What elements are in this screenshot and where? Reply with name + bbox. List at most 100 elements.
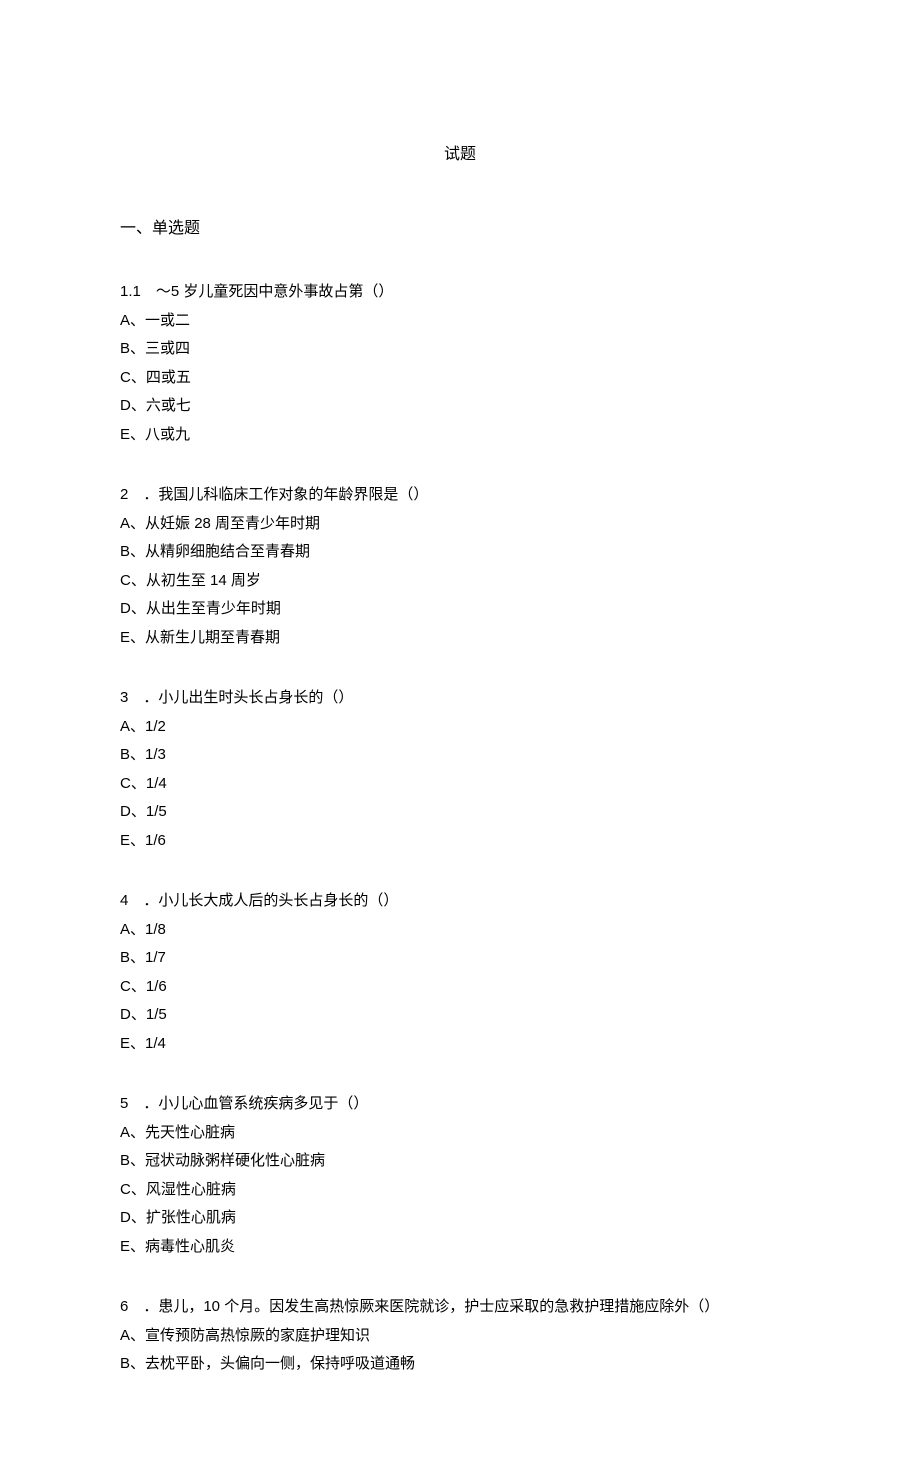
option-letter: A (120, 718, 130, 735)
option-line: A、从妊娠 28 周至青少年时期 (120, 510, 800, 539)
option-letter: C (120, 978, 131, 995)
option-text: 1/3 (145, 746, 166, 763)
option-text: 1/5 (146, 803, 167, 820)
option-line: D、扩张性心肌病 (120, 1204, 800, 1233)
option-letter: E (120, 1035, 130, 1052)
option-letter: D (120, 803, 131, 820)
option-line: C、从初生至 14 周岁 (120, 567, 800, 596)
option-letter: B (120, 746, 130, 763)
question-number: 1.1 (120, 283, 141, 300)
option-line: B、去枕平卧，头偏向一侧，保持呼吸道通畅 (120, 1350, 800, 1379)
option-text: 八或九 (145, 426, 190, 443)
option-letter: D (120, 600, 131, 617)
option-line: A、一或二 (120, 307, 800, 336)
option-letter: A (120, 921, 130, 938)
option-letter: E (120, 629, 130, 646)
document-title: 试题 (120, 140, 800, 164)
option-letter: B (120, 340, 130, 357)
option-text: 六或七 (146, 397, 191, 414)
option-line: E、1/6 (120, 827, 800, 856)
option-text: 扩张性心肌病 (146, 1209, 236, 1226)
question-block: 4 ．小儿长大成人后的头长占身长的（）A、1/8B、1/7C、1/6D、1/5E… (120, 887, 800, 1058)
option-line: D、六或七 (120, 392, 800, 421)
option-text: 从出生至青少年时期 (146, 600, 281, 617)
question-stem: ．小儿心血管系统疾病多见于（） (143, 1095, 368, 1112)
question-stem: ．小儿长大成人后的头长占身长的（） (143, 892, 398, 909)
option-line: C、四或五 (120, 364, 800, 393)
option-letter: A (120, 1124, 130, 1141)
option-text: 一或二 (145, 312, 190, 329)
question-stem: ．我国儿科临床工作对象的年龄界限是（） (143, 486, 428, 503)
option-letter: D (120, 397, 131, 414)
document-page: 试题 一、单选题 1.1 ～5 岁儿童死因中意外事故占第（）A、一或二B、三或四… (0, 0, 920, 1471)
option-text: 1/2 (145, 718, 166, 735)
option-letter: E (120, 1238, 130, 1255)
option-text: 1/4 (146, 775, 167, 792)
option-line: C、1/4 (120, 770, 800, 799)
option-letter: C (120, 572, 131, 589)
option-line: D、1/5 (120, 1001, 800, 1030)
option-text: 四或五 (146, 369, 191, 386)
option-line: C、1/6 (120, 973, 800, 1002)
question-stem: ．小儿出生时头长占身长的（） (143, 689, 353, 706)
question-block: 2 ．我国儿科临床工作对象的年龄界限是（） A、从妊娠 28 周至青少年时期B、从… (120, 481, 800, 652)
option-text: 从新生儿期至青春期 (145, 629, 280, 646)
option-text: 从妊娠 28 周至青少年时期 (145, 515, 320, 532)
option-line: B、三或四 (120, 335, 800, 364)
question-number: 3 (120, 689, 128, 706)
option-text: 1/5 (146, 1006, 167, 1023)
questions-container: 1.1 ～5 岁儿童死因中意外事故占第（）A、一或二B、三或四C、四或五D、六或… (120, 278, 800, 1379)
option-line: A、1/2 (120, 713, 800, 742)
option-line: E、1/4 (120, 1030, 800, 1059)
question-block: 3 ．小儿出生时头长占身长的（）A、1/2B、1/3C、1/4D、1/5E、1/… (120, 684, 800, 855)
question-block: 1.1 ～5 岁儿童死因中意外事故占第（）A、一或二B、三或四C、四或五D、六或… (120, 278, 800, 449)
option-line: E、八或九 (120, 421, 800, 450)
question-number: 2 (120, 486, 128, 503)
option-text: 1/6 (146, 978, 167, 995)
question-text: 1.1 ～5 岁儿童死因中意外事故占第（） (120, 278, 800, 307)
option-letter: B (120, 949, 130, 966)
option-text: 宣传预防高热惊厥的家庭护理知识 (145, 1327, 370, 1344)
option-text: 1/8 (145, 921, 166, 938)
option-text: 去枕平卧，头偏向一侧，保持呼吸道通畅 (145, 1355, 415, 1372)
question-number: 4 (120, 892, 128, 909)
question-text: 6 ．患儿，10 个月。因发生高热惊厥来医院就诊，护士应采取的急救护理措施应除外… (120, 1293, 800, 1322)
option-line: D、从出生至青少年时期 (120, 595, 800, 624)
option-line: D、1/5 (120, 798, 800, 827)
question-text: 3 ．小儿出生时头长占身长的（） (120, 684, 800, 713)
option-letter: E (120, 426, 130, 443)
option-line: B、1/3 (120, 741, 800, 770)
option-letter: B (120, 1355, 130, 1372)
option-letter: B (120, 543, 130, 560)
option-letter: D (120, 1006, 131, 1023)
question-text: 4 ．小儿长大成人后的头长占身长的（） (120, 887, 800, 916)
option-text: 从精卵细胞结合至青春期 (145, 543, 310, 560)
option-text: 三或四 (145, 340, 190, 357)
option-text: 1/6 (145, 832, 166, 849)
option-line: A、1/8 (120, 916, 800, 945)
option-line: C、风湿性心脏病 (120, 1176, 800, 1205)
option-text: 从初生至 14 周岁 (146, 572, 261, 589)
option-letter: B (120, 1152, 130, 1169)
option-letter: E (120, 832, 130, 849)
option-line: A、先天性心脏病 (120, 1119, 800, 1148)
option-letter: C (120, 369, 131, 386)
question-number: 5 (120, 1095, 128, 1112)
option-text: 病毒性心肌炎 (145, 1238, 235, 1255)
question-block: 5 ．小儿心血管系统疾病多见于（）A、先天性心脏病B、冠状动脉粥样硬化性心脏病C… (120, 1090, 800, 1261)
question-stem: ～5 岁儿童死因中意外事故占第（） (156, 283, 394, 300)
option-letter: C (120, 775, 131, 792)
option-letter: A (120, 1327, 130, 1344)
question-block: 6 ．患儿，10 个月。因发生高热惊厥来医院就诊，护士应采取的急救护理措施应除外… (120, 1293, 800, 1379)
option-line: B、1/7 (120, 944, 800, 973)
option-text: 先天性心脏病 (145, 1124, 235, 1141)
option-line: B、从精卵细胞结合至青春期 (120, 538, 800, 567)
option-letter: A (120, 312, 130, 329)
option-text: 冠状动脉粥样硬化性心脏病 (145, 1152, 325, 1169)
option-line: E、病毒性心肌炎 (120, 1233, 800, 1262)
option-line: B、冠状动脉粥样硬化性心脏病 (120, 1147, 800, 1176)
question-text: 5 ．小儿心血管系统疾病多见于（） (120, 1090, 800, 1119)
option-text: 1/4 (145, 1035, 166, 1052)
option-text: 风湿性心脏病 (146, 1181, 236, 1198)
section-heading: 一、单选题 (120, 214, 800, 238)
